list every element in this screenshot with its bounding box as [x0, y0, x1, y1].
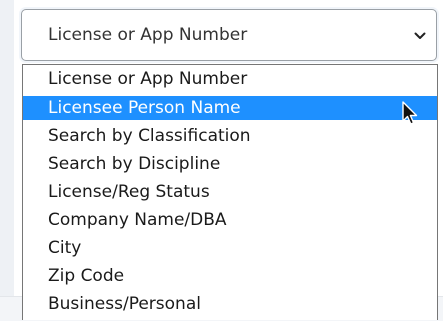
- mouse-pointer-icon: [402, 101, 418, 125]
- option-label: Zip Code: [48, 266, 125, 286]
- option-label: City: [48, 238, 82, 258]
- option-label: License or App Number: [48, 69, 248, 89]
- option-city[interactable]: City: [23, 236, 437, 260]
- option-label: Company Name/DBA: [48, 210, 227, 230]
- option-business-personal[interactable]: Business/Personal: [23, 292, 437, 316]
- dropdown-list[interactable]: License or App Number Licensee Person Na…: [22, 64, 438, 320]
- option-search-by-classification[interactable]: Search by Classification: [23, 124, 437, 148]
- left-panel: [0, 0, 14, 320]
- option-zip-code[interactable]: Zip Code: [23, 264, 437, 288]
- option-license-reg-status[interactable]: License/Reg Status: [23, 180, 437, 204]
- option-licensee-person-name[interactable]: Licensee Person Name: [23, 96, 437, 120]
- option-label: Search by Discipline: [48, 154, 221, 174]
- select-current-value: License or App Number: [48, 25, 248, 45]
- option-label: Search by Classification: [48, 126, 251, 146]
- option-license-or-app-number[interactable]: License or App Number: [23, 67, 437, 91]
- option-label: Licensee Person Name: [48, 98, 241, 118]
- option-company-name-dba[interactable]: Company Name/DBA: [23, 208, 437, 232]
- search-type-select[interactable]: License or App Number: [21, 9, 437, 61]
- option-label: Business/Personal: [48, 294, 201, 314]
- option-search-by-discipline[interactable]: Search by Discipline: [23, 152, 437, 176]
- option-label: License/Reg Status: [48, 182, 210, 202]
- chevron-down-icon: [414, 32, 426, 39]
